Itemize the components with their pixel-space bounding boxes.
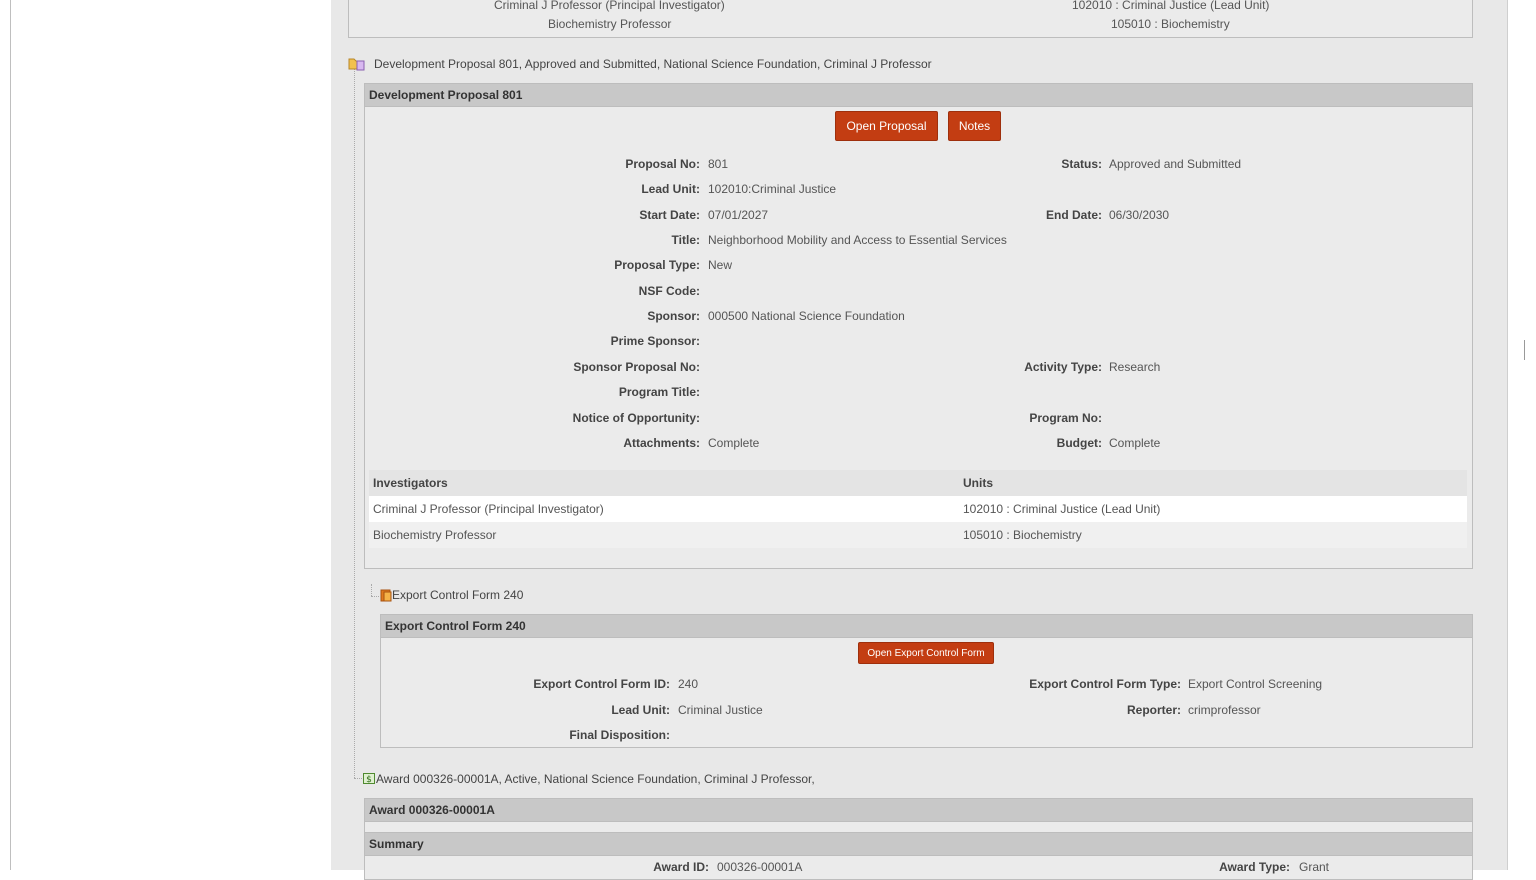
award-dollar-icon: $ [363, 773, 375, 784]
award-type-value: Grant [1299, 860, 1330, 874]
award-tree-node[interactable]: Award 000326-00001A, Active, National Sc… [376, 772, 815, 786]
proposal-tree-node[interactable]: Development Proposal 801, Approved and S… [374, 57, 932, 71]
final-disposition-label: Final Disposition: [569, 728, 670, 742]
tree-connector [354, 778, 362, 779]
attachments-value: Complete [708, 436, 760, 450]
table-row: Criminal J Professor (Principal Investig… [369, 496, 1467, 522]
proposal-panel: Development Proposal 801 Open Proposal N… [364, 83, 1473, 569]
title-label: Title: [671, 233, 700, 247]
prime-sponsor-label: Prime Sponsor: [610, 334, 700, 348]
table-row: Biochemistry Professor 105010 : Biochemi… [548, 17, 1230, 31]
export-form-icon [380, 589, 392, 602]
budget-value: Complete [1109, 436, 1161, 450]
export-form-type-value: Export Control Screening [1188, 677, 1323, 691]
budget-label: Budget: [1056, 436, 1102, 450]
notes-button[interactable]: Notes [948, 111, 1001, 141]
status-value: Approved and Submitted [1109, 157, 1242, 171]
sponsor-value: 000500 National Science Foundation [708, 309, 905, 323]
export-control-panel: Export Control Form 240 Open Export Cont… [380, 614, 1473, 748]
sponsor-label: Sponsor: [647, 309, 700, 323]
export-form-type-label: Export Control Form Type: [1029, 677, 1181, 691]
folder-open-icon [348, 58, 365, 71]
export-control-panel-header: Export Control Form 240 [381, 615, 1472, 638]
previous-investigators-table: Criminal J Professor (Principal Investig… [348, 0, 1473, 38]
activity-type-value: Research [1109, 360, 1161, 374]
end-date-label: End Date: [1045, 208, 1102, 222]
export-lead-unit-label: Lead Unit: [611, 703, 670, 717]
reporter-value: crimprofessor [1188, 703, 1261, 717]
nsf-code-label: NSF Code: [638, 284, 700, 298]
investigators-column-header: Investigators [373, 476, 448, 490]
status-label: Status: [1061, 157, 1102, 171]
export-lead-unit-value: Criminal Justice [678, 703, 763, 717]
export-form-id-label: Export Control Form ID: [533, 677, 670, 691]
open-export-control-form-button[interactable]: Open Export Control Form [858, 642, 994, 664]
proposal-type-value: New [708, 258, 733, 272]
activity-type-label: Activity Type: [1024, 360, 1102, 374]
award-summary-header: Summary [365, 832, 1472, 856]
hierarchy-content: Criminal J Professor (Principal Investig… [331, 0, 1508, 880]
svg-text:$: $ [366, 775, 372, 784]
reporter-label: Reporter: [1126, 703, 1181, 717]
start-date-value: 07/01/2027 [708, 208, 769, 222]
end-date-value: 06/30/2030 [1109, 208, 1170, 222]
award-type-label: Award Type: [1219, 860, 1290, 874]
investigator-cell: Biochemistry Professor [373, 528, 497, 542]
table-row: Biochemistry Professor 105010 : Biochemi… [369, 522, 1467, 548]
investigators-table: Investigators Units Criminal J Professor… [369, 470, 1467, 548]
open-proposal-button[interactable]: Open Proposal [835, 111, 938, 141]
start-date-label: Start Date: [639, 208, 700, 222]
left-navigation-frame [10, 0, 332, 870]
title-value: Neighborhood Mobility and Access to Esse… [708, 233, 1007, 247]
tree-connector [354, 66, 355, 778]
award-id-label: Award ID: [653, 860, 709, 874]
notice-of-opportunity-label: Notice of Opportunity: [572, 411, 700, 425]
unit-cell: 102010 : Criminal Justice (Lead Unit) [963, 502, 1161, 516]
award-panel: Award 000326-00001A Summary Award ID: 00… [364, 798, 1473, 880]
investigator-cell: Criminal J Professor (Principal Investig… [373, 502, 604, 516]
attachments-label: Attachments: [623, 436, 700, 450]
proposal-no-label: Proposal No: [625, 157, 700, 171]
award-panel-header: Award 000326-00001A [365, 799, 1472, 822]
sponsor-proposal-no-label: Sponsor Proposal No: [573, 360, 700, 374]
program-no-label: Program No: [1029, 411, 1102, 425]
table-row: Criminal J Professor (Principal Investig… [494, 0, 1270, 12]
unit-cell: 105010 : Biochemistry [963, 528, 1082, 542]
scrollbar-indicator[interactable] [1524, 340, 1525, 360]
tree-connector [371, 596, 379, 597]
units-column-header: Units [963, 476, 993, 490]
award-id-value: 000326-00001A [717, 860, 803, 874]
export-form-id-value: 240 [678, 677, 699, 691]
proposal-type-label: Proposal Type: [614, 258, 700, 272]
export-control-tree-node[interactable]: Export Control Form 240 [392, 588, 523, 602]
tree-connector [371, 584, 372, 596]
proposal-no-value: 801 [708, 157, 729, 171]
proposal-panel-header: Development Proposal 801 [365, 84, 1472, 107]
table-header-row: Investigators Units [369, 470, 1467, 496]
lead-unit-label: Lead Unit: [641, 182, 700, 196]
program-title-label: Program Title: [618, 385, 700, 399]
lead-unit-value: 102010:Criminal Justice [708, 182, 837, 196]
